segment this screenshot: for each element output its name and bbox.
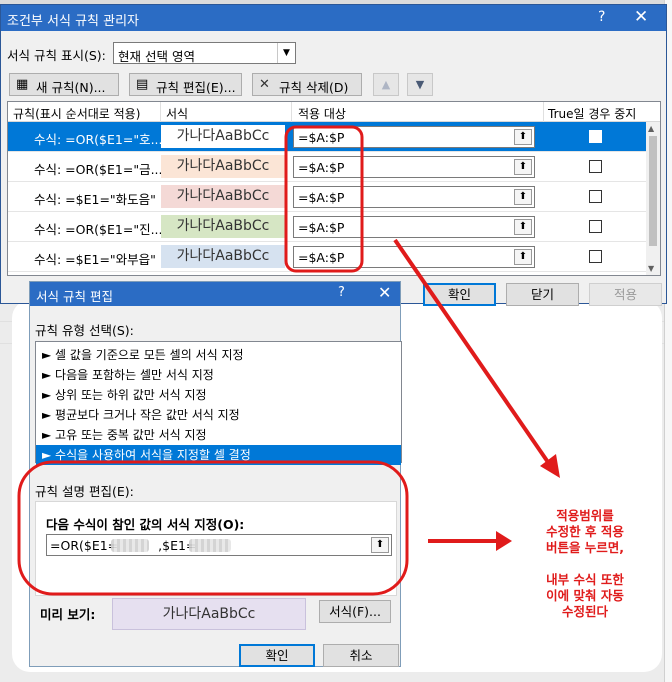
applies-to-highlight <box>284 125 364 273</box>
annotation-line: 이에 맞춰 자동 <box>546 588 624 603</box>
annotation-line: 버튼을 누르면, <box>545 540 625 555</box>
annotation-line: 수정한 후 적용 <box>546 524 624 539</box>
annotation-line: 수정된다 <box>561 604 608 619</box>
annotation-line: 적용범위를 <box>556 508 614 523</box>
formula-highlight <box>17 460 409 596</box>
annotation-line: 내부 수식 또한 <box>546 572 624 587</box>
arrow-line-diagonal <box>393 238 554 470</box>
annotation-text: 적용범위를 수정한 후 적용 버튼을 누르면, 내부 수식 또한 이에 맞춰 자… <box>510 508 660 620</box>
